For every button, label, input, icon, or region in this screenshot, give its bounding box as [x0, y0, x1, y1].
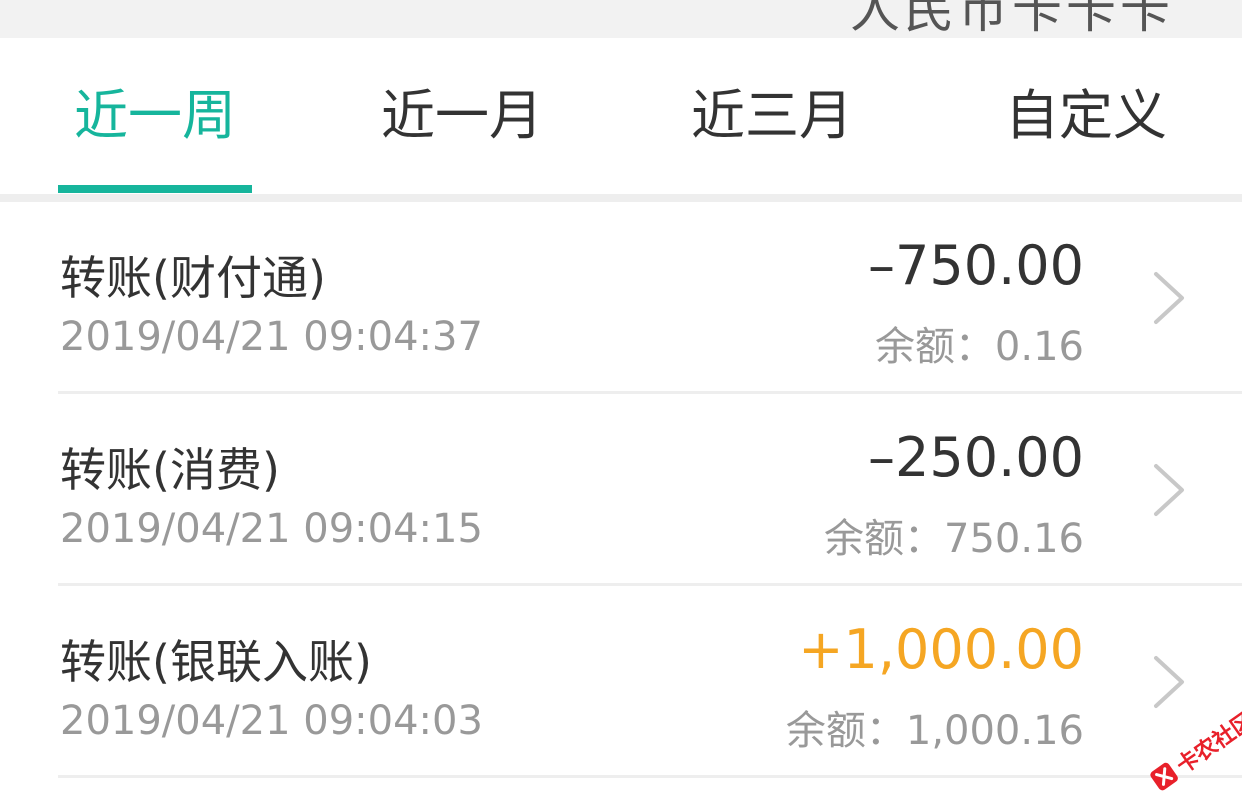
tab-label: 近三月	[691, 83, 853, 147]
transaction-time: 2019/04/21 09:04:15	[60, 506, 483, 552]
tab-label: 近一周	[74, 83, 236, 147]
transaction-title: 转账(银联入账)	[60, 635, 372, 689]
transaction-title: 转账(财付通)	[60, 251, 326, 305]
transaction-balance: 余额：1,000.16	[785, 708, 1084, 754]
header-partial-title: 人民币卡卡卡	[850, 0, 1174, 38]
transaction-row[interactable]: 转账(财付通) 2019/04/21 09:04:37 –750.00 余额：0…	[0, 202, 1242, 394]
row-divider	[58, 775, 1242, 778]
tab-last-three-months[interactable]: 近三月	[670, 38, 874, 194]
chevron-right-icon	[1154, 464, 1184, 516]
transaction-amount: –250.00	[868, 426, 1084, 489]
transaction-amount: –750.00	[868, 234, 1084, 297]
transaction-history-page: 人民币卡卡卡 近一周 近一月 近三月 自定义 转账(财付通) 2019/04/2…	[0, 0, 1242, 806]
transaction-time: 2019/04/21 09:04:03	[60, 698, 483, 744]
transaction-row[interactable]: 转账(消费) 2019/04/21 09:04:15 –250.00 余额：75…	[0, 394, 1242, 586]
chevron-right-icon	[1154, 272, 1184, 324]
top-header-strip: 人民币卡卡卡	[0, 0, 1242, 38]
tab-label: 自定义	[1005, 83, 1167, 147]
active-tab-indicator	[58, 185, 252, 193]
transaction-balance: 余额：750.16	[824, 516, 1084, 562]
period-tabs: 近一周 近一月 近三月 自定义	[0, 38, 1242, 194]
transaction-title: 转账(消费)	[60, 443, 280, 497]
tab-label: 近一月	[381, 83, 543, 147]
transaction-amount: +1,000.00	[798, 618, 1084, 681]
tab-custom[interactable]: 自定义	[984, 38, 1188, 194]
tab-last-week[interactable]: 近一周	[58, 38, 252, 194]
transaction-row[interactable]: 转账(银联入账) 2019/04/21 09:04:03 +1,000.00 余…	[0, 586, 1242, 778]
tab-last-month[interactable]: 近一月	[360, 38, 564, 194]
transaction-balance: 余额：0.16	[874, 324, 1084, 370]
transaction-time: 2019/04/21 09:04:37	[60, 314, 483, 360]
tabs-divider	[0, 194, 1242, 202]
watermark-text: 卡农社区	[1172, 708, 1242, 780]
